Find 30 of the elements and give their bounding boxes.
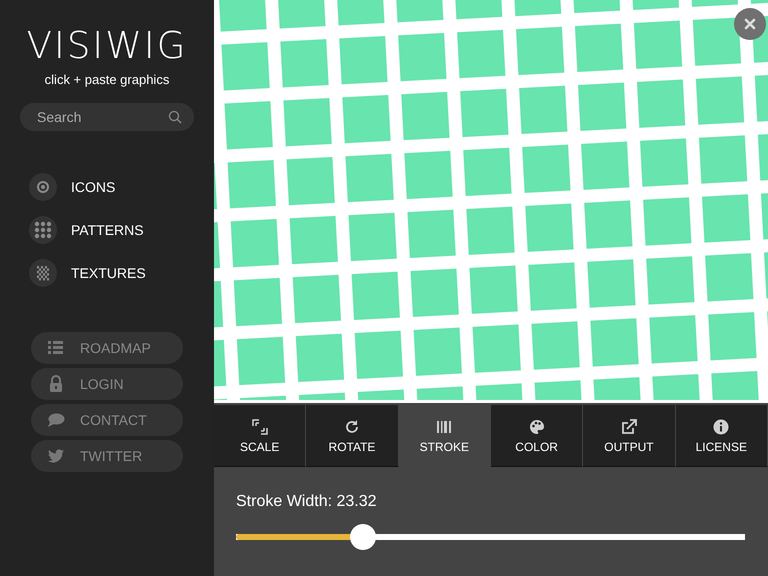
external-link-icon [620, 418, 638, 436]
tab[interactable]: LICENSE [676, 405, 768, 467]
search-icon [168, 110, 182, 124]
resize-icon [250, 418, 269, 436]
dot-grid-icon [34, 221, 52, 239]
roadmap-button[interactable]: ROADMAP [31, 332, 183, 364]
target-icon [34, 178, 52, 196]
stroke-width-label: Stroke Width: 23.32 [236, 493, 378, 511]
speech-bubble-icon [47, 411, 65, 429]
list-icon [47, 339, 65, 357]
tab[interactable]: COLOR [490, 405, 584, 467]
tab[interactable]: SCALE [214, 405, 306, 467]
tab[interactable]: ROTATE [306, 405, 399, 467]
bird-icon [47, 447, 65, 465]
tagline: click + paste graphics [44, 72, 170, 87]
info-icon [712, 418, 730, 436]
close-icon [744, 18, 756, 30]
texture-icon [34, 264, 52, 282]
search-field[interactable]: Search [20, 103, 194, 131]
contact-button[interactable]: CONTACT [31, 404, 183, 436]
palette-icon [528, 418, 546, 436]
logo: VISIWIG [26, 26, 188, 66]
twitter-button[interactable]: TWITTER [31, 440, 183, 472]
lock-icon [47, 375, 65, 393]
category-link[interactable]: PATTERNS [71, 222, 144, 238]
category-link[interactable]: ICONS [71, 179, 116, 195]
slider-thumb[interactable] [350, 524, 376, 550]
tab[interactable]: OUTPUT [583, 405, 676, 467]
login-button[interactable]: LOGIN [31, 368, 183, 400]
category-link[interactable]: TEXTURES [71, 265, 146, 281]
